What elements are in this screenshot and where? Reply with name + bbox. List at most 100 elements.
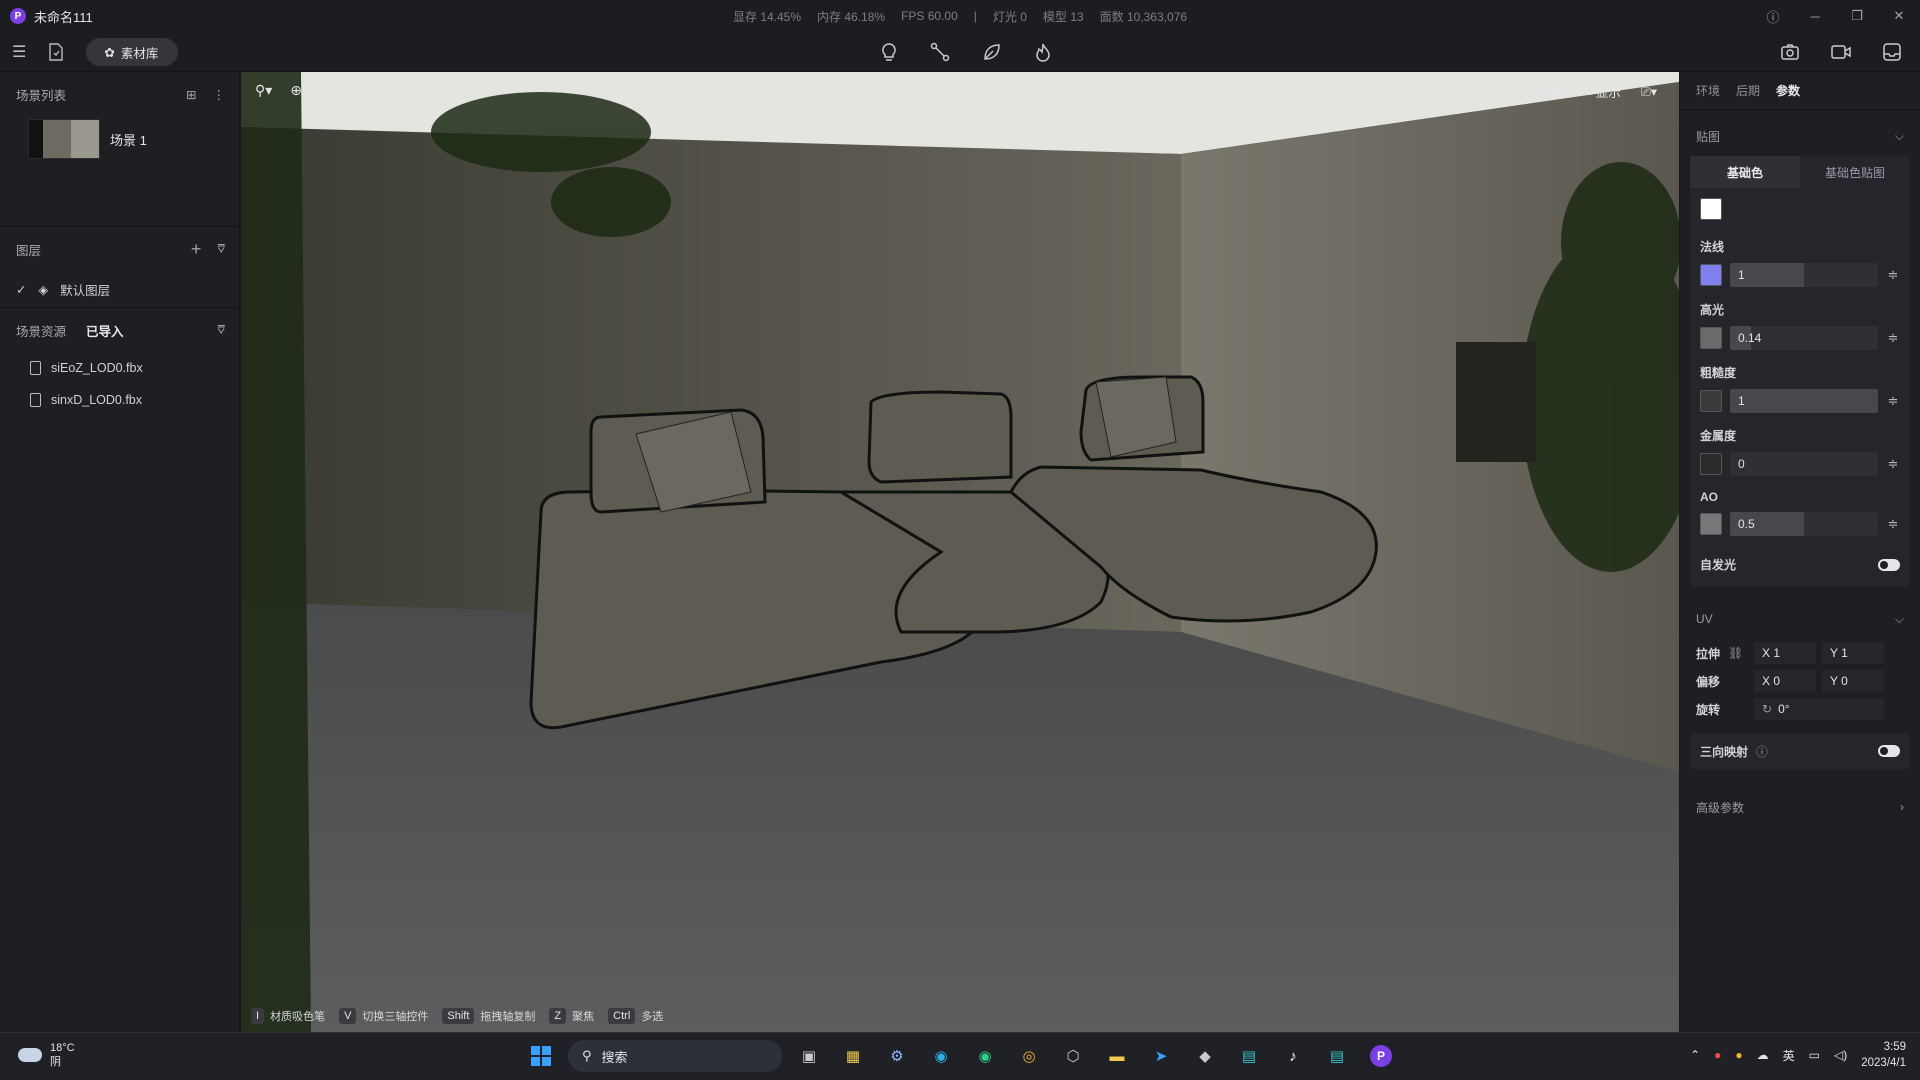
- specular-swatch[interactable]: [1700, 327, 1722, 349]
- uv-stretch-y-input[interactable]: Y 1: [1822, 642, 1884, 664]
- volume-icon[interactable]: ◁): [1834, 1048, 1847, 1062]
- eyedropper-icon[interactable]: ✎: [320, 82, 332, 99]
- tab-base-color-map[interactable]: 基础色贴图: [1800, 156, 1910, 188]
- network-icon[interactable]: ▭: [1809, 1048, 1820, 1062]
- camera-view-button[interactable]: ⬚ 相机: [1522, 82, 1563, 101]
- menu-icon[interactable]: ☰: [12, 42, 26, 62]
- metallic-value-input[interactable]: 0: [1730, 452, 1878, 476]
- display-button[interactable]: ⧉ 显示: [1583, 82, 1621, 101]
- tab-base-color[interactable]: 基础色: [1690, 156, 1800, 188]
- check-icon: ✓: [16, 282, 27, 297]
- collapse-icon[interactable]: ⩢: [217, 242, 225, 257]
- filter-icon[interactable]: ⩢: [217, 323, 225, 338]
- triplanar-toggle[interactable]: [1878, 745, 1900, 757]
- 3dsmax-icon[interactable]: ▤: [1232, 1039, 1266, 1073]
- minimize-icon[interactable]: ─: [1794, 0, 1836, 32]
- clock[interactable]: 3:59 2023/4/1: [1861, 1039, 1906, 1071]
- tray-app-2-icon[interactable]: ●: [1735, 1048, 1742, 1062]
- ao-swatch[interactable]: [1700, 513, 1722, 535]
- leaf-icon[interactable]: [982, 42, 1002, 62]
- scene-assets-title[interactable]: 场景资源: [16, 321, 66, 340]
- tiktok-icon[interactable]: ♪: [1276, 1039, 1310, 1073]
- scene-item[interactable]: 场景 1: [0, 116, 239, 162]
- file-explorer-icon[interactable]: ▬: [1100, 1039, 1134, 1073]
- advanced-params-header[interactable]: 高级参数 ›: [1680, 787, 1920, 827]
- chevron-up-icon[interactable]: ⌃: [1690, 1048, 1700, 1062]
- task-view-icon[interactable]: ▣: [792, 1039, 826, 1073]
- uv-stretch-row: 拉伸 ⛓ X 1 Y 1: [1680, 639, 1920, 667]
- file-sync-icon[interactable]: [48, 43, 64, 61]
- ao-value-input[interactable]: 0.5: [1730, 512, 1878, 536]
- camera-icon[interactable]: [1780, 43, 1800, 61]
- tab-post[interactable]: 后期: [1736, 82, 1760, 99]
- roughness-value-input[interactable]: 1: [1730, 389, 1878, 413]
- add-layer-icon[interactable]: +: [191, 239, 202, 260]
- uv-offset-x-input[interactable]: X 0: [1754, 670, 1816, 692]
- edge-icon[interactable]: ◉: [924, 1039, 958, 1073]
- layer-item[interactable]: ✓ ◈ 默认图层: [0, 271, 239, 307]
- clock-date: 2023/4/1: [1861, 1057, 1906, 1069]
- adjust-icon[interactable]: ≑: [1886, 330, 1900, 346]
- info-icon[interactable]: ⓘ: [1756, 743, 1768, 760]
- uv-rotate-label: 旋转: [1696, 702, 1721, 717]
- uv-section-header[interactable]: UV ⌵: [1680, 599, 1920, 639]
- taskbar-search[interactable]: ⚲ 搜索: [568, 1040, 782, 1072]
- normal-value-input[interactable]: 1: [1730, 263, 1878, 287]
- restore-icon[interactable]: ❐: [1836, 0, 1878, 32]
- export-inbox-icon[interactable]: [1882, 42, 1902, 62]
- link-icon[interactable]: ⛓: [1728, 646, 1748, 660]
- close-icon[interactable]: ✕: [1878, 0, 1920, 32]
- onedrive-icon[interactable]: ☁: [1757, 1048, 1769, 1062]
- file-item[interactable]: siEoZ_LOD0.fbx: [0, 352, 239, 384]
- add-scene-icon[interactable]: ⊞: [186, 87, 196, 102]
- unity-icon[interactable]: ⬡: [1056, 1039, 1090, 1073]
- adjust-icon[interactable]: ≑: [1886, 516, 1900, 532]
- metallic-swatch[interactable]: [1700, 453, 1722, 475]
- edge-dev-icon[interactable]: ◉: [968, 1039, 1002, 1073]
- sketchup-icon[interactable]: ◆: [1188, 1039, 1222, 1073]
- adjust-icon[interactable]: ≑: [1886, 267, 1900, 283]
- settings-icon[interactable]: ⚙: [880, 1039, 914, 1073]
- imported-tab[interactable]: 已导入: [86, 321, 124, 340]
- help-icon[interactable]: ⓘ: [1752, 0, 1794, 32]
- tab-environment[interactable]: 环境: [1696, 82, 1720, 99]
- adjust-icon[interactable]: ≑: [1886, 456, 1900, 472]
- shortcut-label: 材质吸色笔: [270, 1011, 326, 1023]
- light-bulb-icon[interactable]: [880, 42, 898, 62]
- ime-indicator[interactable]: 英: [1783, 1047, 1795, 1064]
- stats-separator: |: [973, 9, 977, 23]
- renderer-app-icon[interactable]: P: [1364, 1039, 1398, 1073]
- title-bar: P 未命名111 显存 14.45% 内存 46.18% FPS 60.00 |…: [0, 0, 1920, 32]
- roughness-swatch[interactable]: [1700, 390, 1722, 412]
- emissive-toggle[interactable]: [1878, 558, 1900, 571]
- uv-stretch-x-input[interactable]: X 1: [1754, 642, 1816, 664]
- base-color-swatch[interactable]: [1700, 198, 1722, 220]
- more-options-icon[interactable]: ⋮: [213, 87, 226, 102]
- uv-offset-y-input[interactable]: Y 0: [1822, 670, 1884, 692]
- roughness-prop: 粗糙度 1 ≑: [1690, 356, 1910, 419]
- 3d-viewport[interactable]: ⚲▾ ⊕ ✎ ⬚ 相机 ⧉ 显示 ⎚▾ I 材质吸色笔 V 切换三轴控件 Shift 拖拽…: [241, 72, 1679, 1032]
- normal-swatch[interactable]: [1700, 264, 1722, 286]
- path-node-icon[interactable]: [930, 42, 950, 62]
- emissive-label: 自发光: [1700, 558, 1737, 572]
- chrome-icon[interactable]: ◎: [1012, 1039, 1046, 1073]
- tray-app-icon[interactable]: ●: [1714, 1048, 1721, 1062]
- video-record-icon[interactable]: [1830, 44, 1852, 60]
- adjust-icon[interactable]: ≑: [1886, 393, 1900, 409]
- globe-icon[interactable]: ⊕: [290, 82, 302, 99]
- flame-icon[interactable]: [1034, 42, 1052, 62]
- file-item[interactable]: sinxD_LOD0.fbx: [0, 384, 239, 416]
- transform-gizmo-icon[interactable]: ⚲▾: [255, 82, 272, 99]
- store-icon[interactable]: ▦: [836, 1039, 870, 1073]
- weather-widget[interactable]: 18°C 阴: [18, 1041, 75, 1069]
- uv-rotate-input[interactable]: ↻ 0°: [1754, 698, 1884, 720]
- specular-value-input[interactable]: 0.14: [1730, 326, 1878, 350]
- view-mode-dropdown[interactable]: ⎚▾: [1641, 84, 1657, 100]
- feishu-icon[interactable]: ➤: [1144, 1039, 1178, 1073]
- scene-render: [241, 72, 1679, 1032]
- material-library-button[interactable]: ✿ 素材库: [86, 38, 179, 66]
- texture-section-header[interactable]: 贴图 ⌵: [1680, 116, 1920, 156]
- tab-params[interactable]: 参数: [1776, 82, 1800, 99]
- 3dsmax-2-icon[interactable]: ▤: [1320, 1039, 1354, 1073]
- start-icon[interactable]: [524, 1039, 558, 1073]
